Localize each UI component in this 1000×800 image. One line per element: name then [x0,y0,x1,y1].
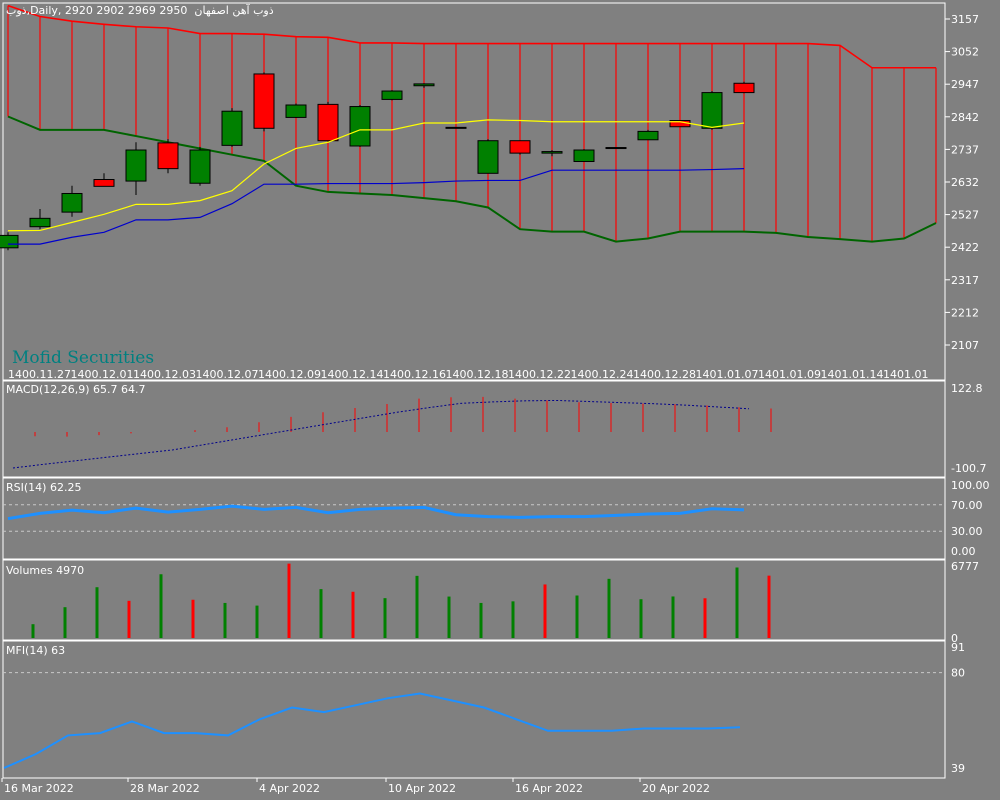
candle-body [157,142,179,170]
ohlc-values: 2920 2902 2969 2950 [64,4,188,17]
candle-body [349,106,371,147]
candle-body [573,149,595,163]
instrument-name: ذوب آهن اصفهان [194,4,274,17]
separator-date: 1400.12.16 [383,368,446,381]
separator-date: 1401.01 [883,368,929,381]
candle-body [285,104,307,118]
rsi-tick-label: 30.00 [951,525,983,538]
price-tick-label: 3052 [951,46,979,59]
separator-date: 1400.12.28 [633,368,696,381]
macd-tick-label: -100.7 [951,462,986,475]
price-tick-label: 2422 [951,241,979,254]
separator-date: 1400.12.09 [258,368,321,381]
separator-date: 1401.01.07 [696,368,759,381]
candle-body [317,103,339,142]
date-tick-label: 20 Apr 2022 [642,782,710,795]
price-tick-label: 2317 [951,274,979,287]
candle-body [93,179,115,187]
macd-label: MACD(12,26,9) 65.7 64.7 [6,383,146,396]
candle-body [413,83,435,87]
candle-body [61,192,83,213]
separator-date: 1401.01.14 [821,368,884,381]
mfi-tick-label: 91 [951,641,965,654]
rsi-tick-label: 100.00 [951,479,990,492]
mfi-tick-label: 39 [951,762,965,775]
chart-canvas[interactable]: 1400.11.27 1400.12.01 1400.12.03 1400.12.07… [0,0,1000,800]
symbol-name: ذوب [6,4,27,17]
timeframe: Daily [30,4,58,17]
price-tick-label: 2107 [951,339,979,352]
candle-body [509,140,531,154]
mfi-label: MFI(14) 63 [6,644,66,657]
separator-date: 1400.12.18 [446,368,509,381]
date-tick-label: 28 Mar 2022 [130,782,200,795]
macd-tick-label: 122.8 [951,382,983,395]
price-tick-label: 3157 [951,13,979,26]
price-tick-label: 2842 [951,111,979,124]
candle-body [477,140,499,174]
separator-date: 1400.12.14 [321,368,384,381]
candle-body [381,90,403,100]
separator-date: 1400.12.01 [71,368,134,381]
candle-body [637,130,659,141]
candle-body [0,234,19,249]
separator-date: 1400.12.03 [133,368,196,381]
candle-body [605,147,627,150]
rsi-tick-label: 0.00 [951,545,976,558]
candle-body [445,126,467,129]
separator-date: 1400.12.22 [508,368,571,381]
separator-date: 1400.12.24 [571,368,634,381]
candle-body [189,149,211,184]
candle-body [541,151,563,154]
candle-body [29,217,51,228]
candle-body [701,92,723,129]
price-tick-label: 2212 [951,306,979,319]
candle-body [253,73,275,129]
date-tick-label: 16 Mar 2022 [4,782,74,795]
candle-body [125,149,147,182]
price-tick-label: 2947 [951,78,979,91]
price-tick-label: 2737 [951,143,979,156]
separator-date: 1401.01.09 [758,368,821,381]
mfi-tick-label: 80 [951,667,965,680]
rsi-tick-label: 70.00 [951,499,983,512]
date-tick-label: 4 Apr 2022 [259,782,320,795]
broker-watermark: Mofid Securities [12,348,155,368]
price-tick-label: 2527 [951,209,979,222]
candle-body [733,82,755,94]
volume-tick-label: 6777 [951,560,979,573]
price-tick-label: 2632 [951,176,979,189]
separator-date: 1400.11.27 [8,368,71,381]
chart-header: ذوب,Daily, 2920 2902 2969 2950 ذوب آهن ا… [6,4,274,17]
volumes-label: Volumes 4970 [6,564,85,577]
rsi-label: RSI(14) 62.25 [6,481,82,494]
separator-date: 1400.12.07 [196,368,259,381]
date-tick-label: 10 Apr 2022 [388,782,456,795]
date-tick-label: 16 Apr 2022 [515,782,583,795]
candle-body [221,110,243,146]
